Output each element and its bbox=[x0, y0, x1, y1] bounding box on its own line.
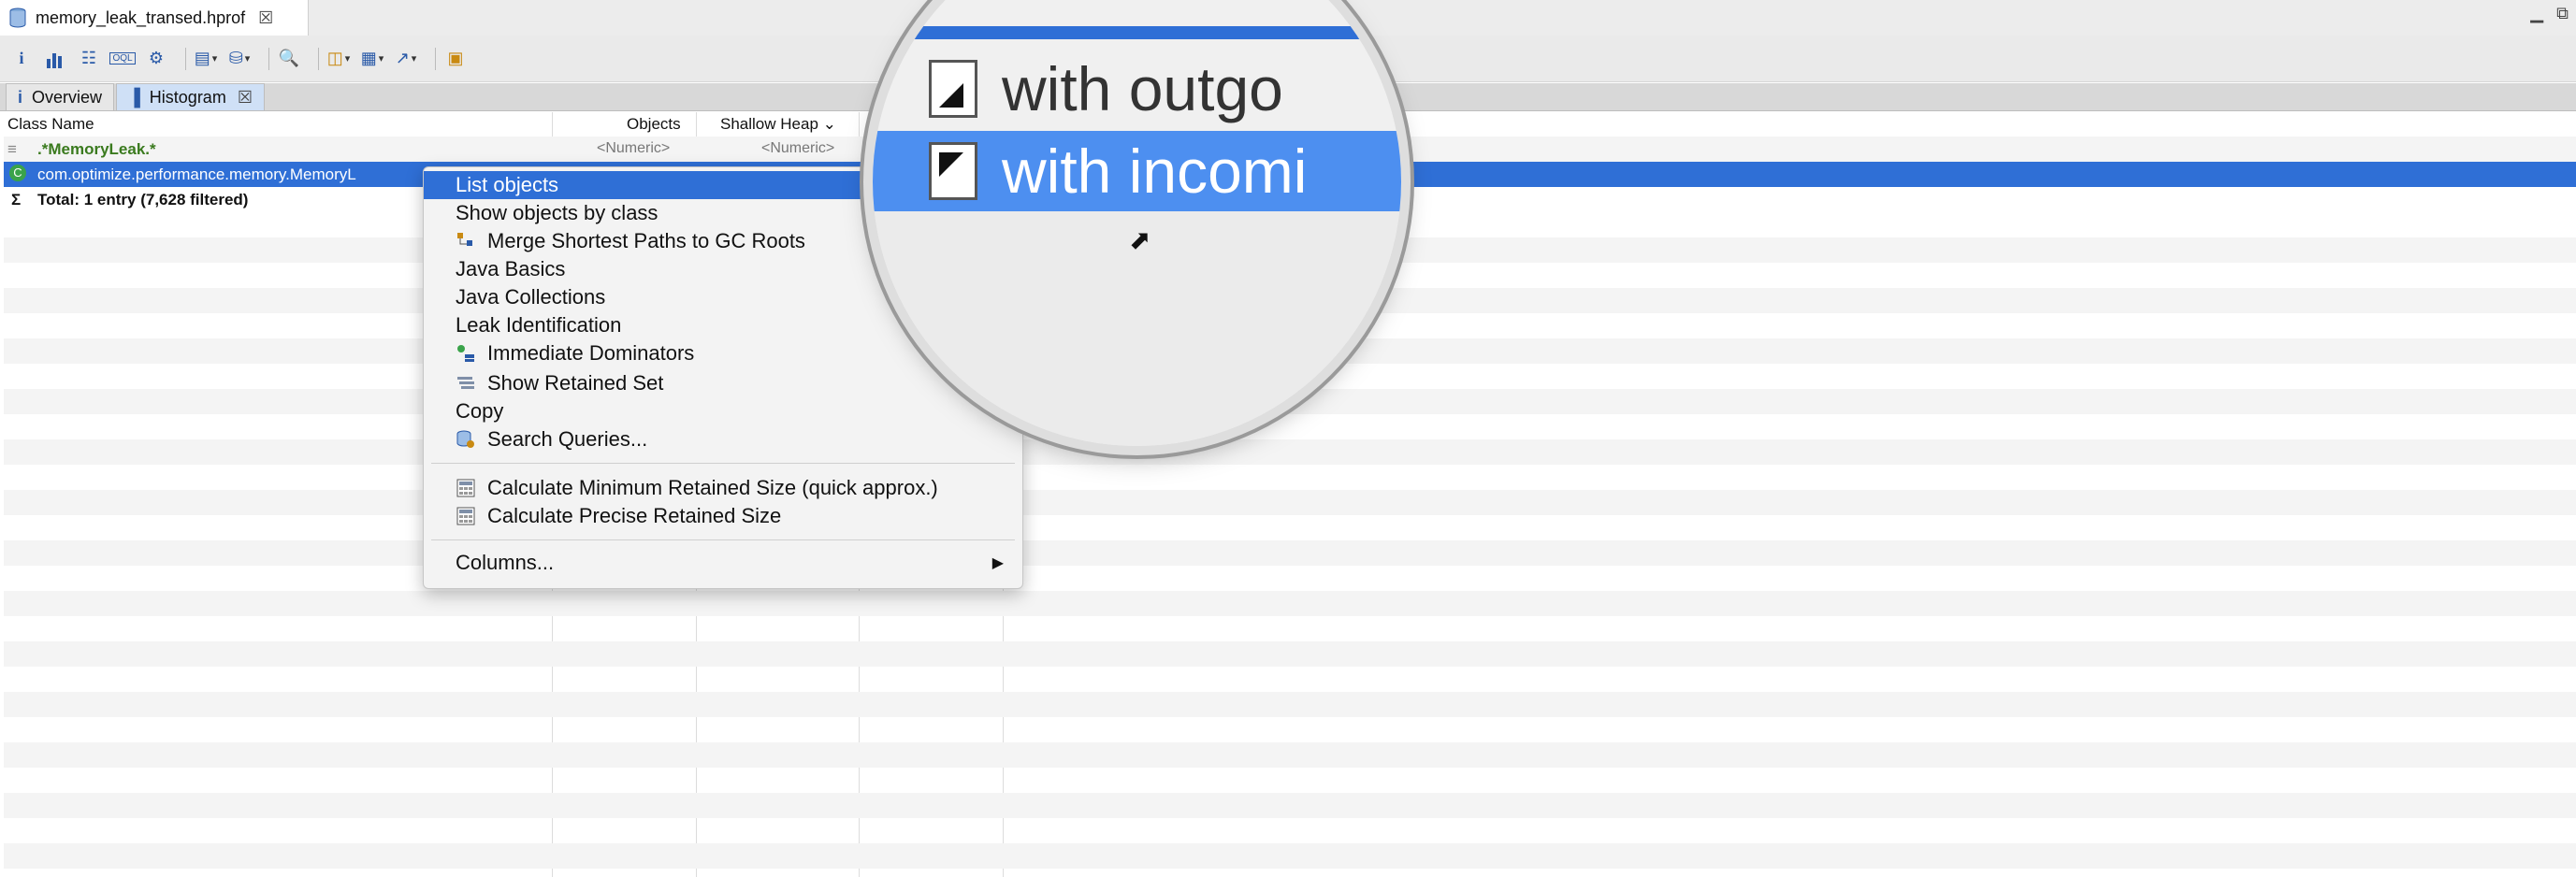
calculator-icon bbox=[456, 478, 476, 498]
retained-set-icon bbox=[456, 373, 476, 394]
tab-overview-label: Overview bbox=[32, 87, 103, 107]
tab-overview[interactable]: i Overview bbox=[6, 83, 115, 110]
total-label: Total: 1 entry (7,628 filtered) bbox=[37, 191, 249, 208]
column-header-shallow-heap[interactable]: Shallow Heap ⌄ bbox=[720, 115, 836, 134]
sum-icon: Σ bbox=[11, 191, 22, 208]
menu-item-calc-min-retained[interactable]: Calculate Minimum Retained Size (quick a… bbox=[424, 474, 1022, 502]
editor-tab-hprof[interactable]: memory_leak_transed.hprof ☒ bbox=[0, 0, 309, 36]
info-icon: i bbox=[18, 87, 23, 107]
zoomed-menu-item-outgoing: with outgo bbox=[929, 54, 1283, 123]
filter-icon: ≡ bbox=[7, 140, 17, 158]
menu-item-calc-precise-retained[interactable]: Calculate Precise Retained Size bbox=[424, 502, 1022, 530]
class-badge-icon: C bbox=[9, 165, 26, 181]
group-by-icon[interactable]: ◫ bbox=[326, 47, 351, 71]
class-name: com.optimize.performance.memory.MemoryL bbox=[37, 165, 356, 183]
histogram-icon: ▐ bbox=[128, 87, 140, 107]
editor-tab-title: memory_leak_transed.hprof bbox=[36, 7, 246, 27]
pin-icon[interactable]: ▣ bbox=[443, 47, 468, 71]
close-icon[interactable]: ☒ bbox=[238, 88, 253, 108]
query-browser-icon[interactable]: ⛁ bbox=[227, 47, 252, 71]
column-header-class-name[interactable]: Class Name bbox=[7, 115, 94, 134]
histogram-icon[interactable] bbox=[43, 47, 67, 71]
search-queries-icon bbox=[456, 429, 476, 450]
table-header: Class Name Objects Shallow Heap ⌄ R bbox=[4, 112, 1005, 137]
dominator-tree-icon[interactable]: ☷ bbox=[77, 47, 101, 71]
filter-objects[interactable]: <Numeric> bbox=[597, 140, 670, 157]
menu-item-columns[interactable]: Columns... ▶ bbox=[424, 549, 1022, 577]
merge-paths-icon bbox=[456, 231, 476, 252]
submenu-arrow-icon: ▶ bbox=[991, 555, 1004, 571]
export-icon[interactable]: ↗ bbox=[394, 47, 418, 71]
filter-class-name[interactable]: .*MemoryLeak.* bbox=[37, 140, 156, 159]
filter-shallow-heap[interactable]: <Numeric> bbox=[761, 140, 834, 157]
thread-overview-icon[interactable]: ⚙ bbox=[144, 47, 168, 71]
calculate-icon[interactable]: ▦ bbox=[360, 47, 384, 71]
column-header-objects[interactable]: Objects bbox=[627, 115, 681, 134]
close-icon[interactable]: ☒ bbox=[258, 8, 273, 28]
calculator-icon bbox=[456, 506, 476, 526]
minimize-icon[interactable]: ▁ bbox=[2530, 4, 2543, 23]
dominators-icon bbox=[456, 343, 476, 364]
outgoing-references-icon bbox=[929, 60, 977, 118]
magnifier-lens: with outgo with incomi bbox=[873, 0, 1401, 446]
heap-dump-icon bbox=[9, 7, 26, 28]
chevron-down-icon: ⌄ bbox=[822, 115, 836, 133]
search-icon[interactable]: 🔍 bbox=[277, 47, 301, 71]
info-icon[interactable]: i bbox=[9, 47, 34, 71]
tab-histogram[interactable]: ▐ Histogram ☒ bbox=[116, 83, 265, 110]
run-report-icon[interactable]: ▤ bbox=[194, 47, 218, 71]
zoomed-menu-item-incoming: with incomi bbox=[873, 131, 1401, 211]
tab-histogram-label: Histogram bbox=[149, 87, 226, 107]
oql-icon[interactable]: OQL bbox=[109, 47, 136, 71]
mouse-cursor-icon: ⬈ bbox=[1129, 225, 1151, 254]
incoming-references-icon bbox=[929, 142, 977, 200]
restore-icon[interactable]: ⧉ bbox=[2556, 4, 2569, 23]
